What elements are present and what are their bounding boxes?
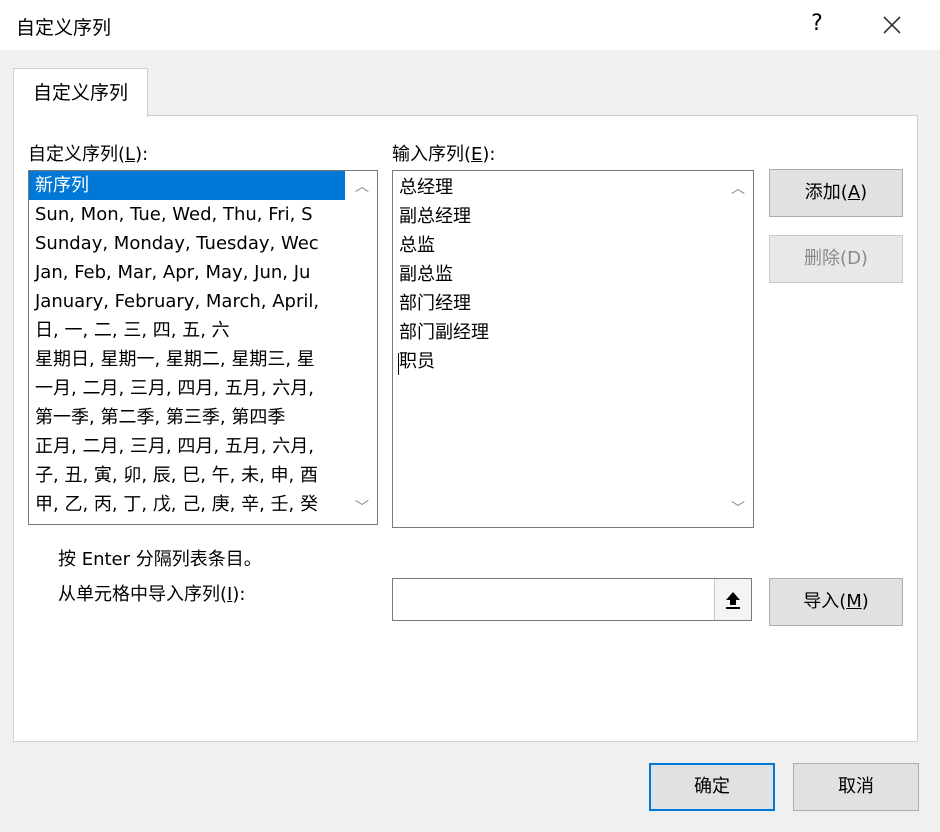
ok-button[interactable]: 确定 — [649, 763, 775, 811]
list-item[interactable]: 甲, 乙, 丙, 丁, 戊, 己, 庚, 辛, 壬, 癸 — [29, 490, 345, 519]
tab-custom-lists[interactable]: 自定义序列 — [13, 68, 148, 117]
entries-label-suffix: ): — [482, 144, 496, 165]
list-item[interactable]: 子, 丑, 寅, 卯, 辰, 巳, 午, 未, 申, 酉 — [29, 461, 345, 490]
text-caret — [398, 353, 399, 375]
entries-scrollbar[interactable]: ︿ ﹀ — [723, 171, 753, 527]
scroll-up-icon[interactable]: ︿ — [723, 177, 753, 201]
custom-lists-listbox[interactable]: 新序列 Sun, Mon, Tue, Wed, Thu, Fri, S Sunday… — [28, 170, 378, 525]
entries-accesskey: E — [471, 144, 483, 165]
list-item[interactable]: Sunday, Monday, Tuesday, Wec — [29, 229, 345, 258]
entries-label-text: 输入序列( — [392, 144, 472, 165]
delete-button[interactable]: 删除(D) — [769, 235, 903, 283]
list-item[interactable]: 日, 一, 二, 三, 四, 五, 六 — [29, 316, 345, 345]
cancel-button[interactable]: 取消 — [793, 763, 919, 811]
list-item[interactable]: January, February, March, April, — [29, 287, 345, 316]
range-select-button[interactable] — [714, 579, 751, 620]
list-item[interactable]: 第一季, 第二季, 第三季, 第四季 — [29, 403, 345, 432]
import-range-input[interactable] — [392, 578, 752, 621]
custom-lists-dialog: 自定义序列 ? 自定义序列 自定义序列(L): 新序列 Sun, Mon, Tue… — [0, 0, 940, 832]
entry-line: 部门经理 — [399, 293, 471, 314]
list-item[interactable]: Sun, Mon, Tue, Wed, Thu, Fri, S — [29, 200, 345, 229]
custom-lists-label: 自定义序列(L): — [28, 140, 148, 166]
scroll-down-icon[interactable]: ﹀ — [347, 496, 377, 520]
entry-line: 副总监 — [399, 264, 453, 285]
separator-hint: 按 Enter 分隔列表条目。 — [58, 549, 262, 570]
list-item[interactable]: 一月, 二月, 三月, 四月, 五月, 六月, — [29, 374, 345, 403]
list-item[interactable]: 星期日, 星期一, 星期二, 星期三, 星 — [29, 345, 345, 374]
list-item[interactable]: 正月, 二月, 三月, 四月, 五月, 六月, — [29, 432, 345, 461]
import-button-label: 导入( — [803, 591, 847, 612]
entry-line: 部门副经理 — [399, 322, 489, 343]
import-label-suffix: ): — [232, 584, 246, 605]
help-button[interactable]: ? — [800, 6, 834, 42]
import-button-suffix: ) — [861, 591, 869, 612]
entry-line: 总经理 — [399, 177, 453, 198]
import-accesskey: M — [846, 591, 862, 612]
custom-lists-label-text: 自定义序列( — [28, 144, 126, 165]
custom-lists-label-suffix: ): — [135, 144, 149, 165]
scroll-up-icon[interactable]: ︿ — [347, 175, 377, 199]
import-button[interactable]: 导入(M) — [769, 578, 903, 626]
custom-lists-accesskey: L — [125, 144, 136, 165]
close-button[interactable] — [872, 6, 912, 42]
entry-line: 副总经理 — [399, 206, 471, 227]
list-item[interactable]: Jan, Feb, Mar, Apr, May, Jun, Ju — [29, 258, 345, 287]
entry-line: 职员 — [399, 351, 435, 372]
add-button-label: 添加( — [804, 182, 848, 203]
close-icon — [883, 15, 901, 34]
dialog-title: 自定义序列 — [16, 17, 112, 39]
upload-arrow-icon — [726, 591, 740, 609]
import-label-text: 从单元格中导入序列( — [58, 584, 228, 605]
title-bar: 自定义序列 ? — [0, 0, 940, 50]
scroll-down-icon[interactable]: ﹀ — [723, 497, 753, 521]
add-button[interactable]: 添加(A) — [769, 169, 903, 217]
add-button-suffix: ) — [860, 182, 868, 203]
import-from-cells-label: 从单元格中导入序列(I): — [58, 580, 245, 606]
custom-lists-scrollbar[interactable]: ︿ ﹀ — [347, 171, 377, 524]
list-item[interactable]: 新序列 — [29, 171, 345, 200]
custom-lists-items: 新序列 Sun, Mon, Tue, Wed, Thu, Fri, S Sunday… — [29, 171, 345, 519]
entry-line: 总监 — [399, 235, 435, 256]
entries-textarea[interactable]: 总经理副总经理总监副总监部门经理部门副经理职员 ︿ ﹀ — [392, 170, 754, 528]
entries-label: 输入序列(E): — [392, 140, 496, 166]
entries-lines: 总经理副总经理总监副总监部门经理部门副经理职员 — [393, 173, 719, 376]
add-accesskey: A — [847, 182, 861, 203]
